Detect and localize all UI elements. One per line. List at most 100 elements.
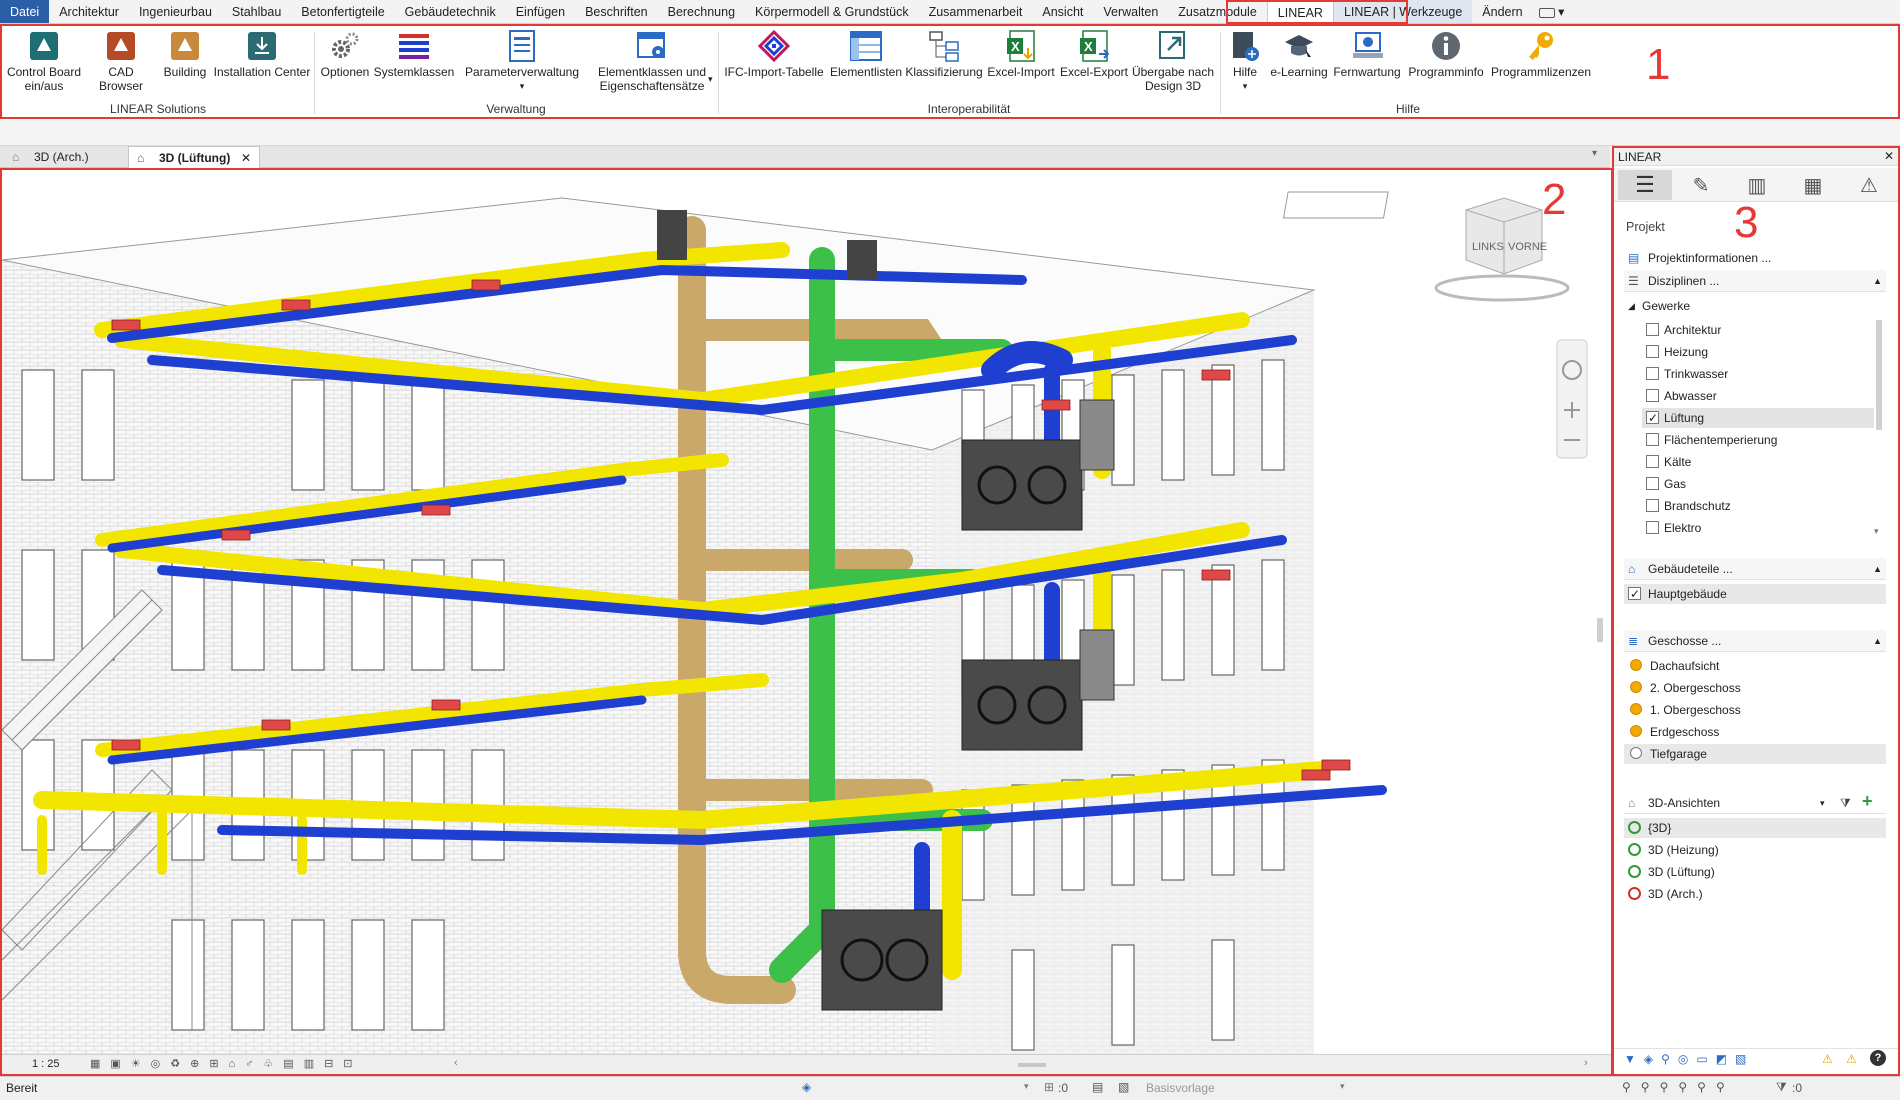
menu-tab-linear-werkzeuge[interactable]: LINEAR | Werkzeuge [1333,0,1473,23]
hauptgebaeude-item[interactable]: Hauptgebäude [1624,584,1886,604]
menu-tab-zusammenarbeit[interactable]: Zusammenarbeit [919,0,1033,23]
e-learning-button[interactable]: e-Learning [1268,26,1330,79]
scroll-right-icon[interactable]: › [1584,1057,1588,1069]
gebaeudeteile-header[interactable]: ⌂ Gebäudeteile ... ▲ [1624,558,1886,580]
horizontal-scrollbar-thumb[interactable] [1018,1063,1046,1067]
gewerk-checkbox[interactable] [1646,367,1659,380]
filter-icon[interactable]: ⧩ [1776,1080,1787,1095]
cad-browser-button[interactable]: CAD Browser [86,26,156,93]
systemklassen-button[interactable]: Systemklassen [374,26,454,79]
gewerk-item[interactable]: Gas [1642,474,1874,494]
tab-menu-icon[interactable]: ▾ [1592,148,1597,159]
scroll-left-icon[interactable]: ‹ [454,1057,458,1069]
tree-expand-icon[interactable]: ◢ [1628,296,1635,316]
panel-tab-calculator[interactable]: ▦ [1786,170,1840,200]
warning-small-icon[interactable]: ⚠ [1822,1052,1833,1066]
gewerk-item[interactable]: Trinkwasser [1642,364,1874,384]
gewerk-checkbox[interactable] [1646,499,1659,512]
menu-tab-gebaeudetechnik[interactable]: Gebäudetechnik [395,0,506,23]
geschoss-item[interactable]: Dachaufsicht [1624,656,1886,676]
geschoss-item[interactable]: 2. Obergeschoss [1624,678,1886,698]
geschoss-item[interactable]: Erdgeschoss [1624,722,1886,742]
lightbulb-icon[interactable] [1630,725,1642,737]
disziplinen-header[interactable]: ☰ Disziplinen ... ▲ [1624,270,1886,292]
menu-tab-beschriften[interactable]: Beschriften [575,0,658,23]
optionen-button[interactable]: Optionen [316,26,374,79]
excel-import-button[interactable]: X Excel-Import [984,26,1058,79]
projektinformationen-item[interactable]: ▤ Projektinformationen ... [1624,248,1886,268]
gewerk-item[interactable]: Brandschutz [1642,496,1874,516]
elementklassen-button[interactable]: Elementklassen und Eigenschaftensätze [592,26,712,93]
programminfo-button[interactable]: Programminfo [1404,26,1488,79]
collapse-up-icon[interactable]: ▲ [1873,630,1882,652]
installation-center-button[interactable]: Installation Center [212,26,312,79]
template-select[interactable]: Basisvorlage [1146,1081,1215,1095]
gewerk-checkbox[interactable] [1646,323,1659,336]
geschoss-item[interactable]: Tiefgarage [1624,744,1886,764]
vertical-scrollbar[interactable] [1597,178,1605,1028]
panel-footer-tool-icons[interactable]: ▼◈⚲◎▭◩▧ [1624,1052,1754,1066]
control-board-button[interactable]: Control Board ein/aus [4,26,84,93]
menu-tab-aendern[interactable]: Ändern [1472,0,1532,23]
gewerk-checkbox[interactable] [1646,521,1659,534]
gewerk-item[interactable]: Elektro [1642,518,1874,538]
model-icon[interactable]: ▤ [1092,1080,1103,1094]
menu-tab-architektur[interactable]: Architektur [49,0,129,23]
view-tab-3d-arch[interactable]: ⌂ 3D (Arch.) [4,146,124,168]
view-control-icons[interactable]: ▦▣☀◎♻⊕⊞⌂♂♧▤▥⊟⊡ [90,1057,363,1070]
gewerk-checkbox[interactable] [1646,455,1659,468]
menu-tab-koerpermodell[interactable]: Körpermodell & Grundstück [745,0,919,23]
view-item[interactable]: 3D (Heizung) [1624,840,1886,860]
workset-icon[interactable]: ◈ [802,1080,811,1094]
scale-label[interactable]: 1 : 25 [32,1058,60,1070]
gewerk-item[interactable]: Abwasser [1642,386,1874,406]
menu-overflow-icon[interactable]: ▾ [1533,0,1571,23]
lightbulb-icon[interactable] [1630,681,1642,693]
gewerk-item[interactable]: Flächentemperierung [1642,430,1874,450]
hauptgebaeude-checkbox[interactable] [1628,584,1641,604]
menu-tab-zusatzmodule[interactable]: Zusatzmodule [1168,0,1267,23]
dropdown-arrow-icon[interactable]: ▾ [1340,1081,1345,1092]
view-tab-3d-lueftung[interactable]: ⌂ 3D (Lüftung) ✕ [128,146,260,168]
view-item[interactable]: {3D} [1624,818,1886,838]
gewerk-checkbox[interactable] [1646,408,1659,428]
menu-tab-ingenieurbau[interactable]: Ingenieurbau [129,0,222,23]
panel-tab-edit[interactable]: ✎ [1674,170,1728,200]
lightbulb-icon[interactable] [1630,659,1642,671]
layer-icon[interactable]: ▧ [1118,1080,1129,1094]
gewerke-scrollbar-thumb[interactable] [1876,320,1882,430]
navigation-bar[interactable] [1556,339,1588,459]
hilfe-button[interactable]: Hilfe ▾ [1222,26,1268,93]
menu-tab-einfuegen[interactable]: Einfügen [506,0,575,23]
vertical-scrollbar-thumb[interactable] [1597,618,1603,642]
gewerk-item[interactable]: Lüftung [1642,408,1874,428]
panel-tab-columns[interactable]: ▥ [1730,170,1784,200]
menu-tab-linear[interactable]: LINEAR [1266,0,1334,23]
elementlisten-button[interactable]: Elementlisten [828,26,904,79]
scroll-down-icon[interactable]: ▾ [1874,526,1879,537]
geschosse-header[interactable]: ≣ Geschosse ... ▲ [1624,630,1886,652]
gewerk-checkbox[interactable] [1646,389,1659,402]
menu-tab-verwalten[interactable]: Verwalten [1093,0,1168,23]
gewerk-item[interactable]: Heizung [1642,342,1874,362]
geschoss-item[interactable]: 1. Obergeschoss [1624,700,1886,720]
panel-tab-menu[interactable]: ☰ [1618,170,1672,200]
ifc-import-tabelle-button[interactable]: IFC-Import-Tabelle [720,26,828,79]
dropdown-arrow-icon[interactable]: ▾ [1820,792,1825,814]
gewerk-item[interactable]: Kälte [1642,452,1874,472]
menu-tab-betonfertigteile[interactable]: Betonfertigteile [291,0,394,23]
close-tab-icon[interactable]: ✕ [241,147,251,169]
view-item[interactable]: 3D (Arch.) [1624,884,1886,904]
gewerk-item[interactable]: Architektur [1642,320,1874,340]
programmlizenzen-button[interactable]: Programmlizenzen [1488,26,1594,79]
view-item[interactable]: 3D (Lüftung) [1624,862,1886,882]
gewerk-checkbox[interactable] [1646,345,1659,358]
lightbulb-icon[interactable] [1630,747,1642,759]
selection-tool-icons[interactable]: ⚲⚲⚲⚲⚲⚲ [1622,1080,1735,1094]
gewerk-checkbox[interactable] [1646,433,1659,446]
panel-close-icon[interactable]: ✕ [1884,149,1894,163]
collapse-up-icon[interactable]: ▲ [1873,270,1882,292]
gewerk-checkbox[interactable] [1646,477,1659,490]
menu-tab-datei[interactable]: Datei [0,0,50,23]
gewerke-tree-node[interactable]: ◢ Gewerke [1628,296,1828,316]
